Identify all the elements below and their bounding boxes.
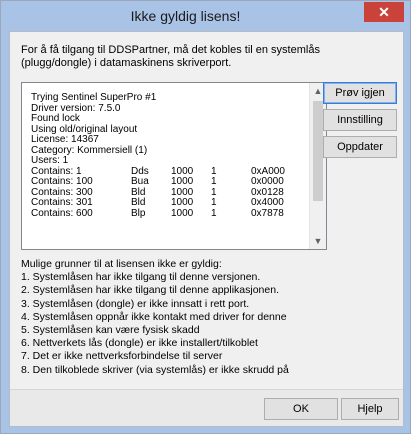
- settings-button[interactable]: Innstilling: [323, 109, 397, 131]
- module-count: 1000: [171, 197, 194, 208]
- license-log-list[interactable]: Trying Sentinel SuperPro #1 Driver versi…: [21, 82, 327, 250]
- reason-item: 5. Systemlåsen kan være fysisk skadd: [21, 323, 200, 336]
- reason-item: 6. Nettverkets lås (dongle) er ikke inst…: [21, 337, 258, 350]
- module-flag: 1: [211, 176, 217, 187]
- reasons-heading: Mulige grunner til at lisensen ikke er g…: [21, 258, 222, 270]
- module-flag: 1: [211, 207, 217, 219]
- contains-row: Contains: 600 Blp 1000 1 0x7878: [31, 207, 311, 220]
- dialog-title: Ikke gyldig lisens!: [130, 8, 241, 24]
- log-line: Users: 1: [31, 155, 69, 166]
- reason-item: 2. Systemlåsen har ikke tilgang til denn…: [21, 284, 279, 297]
- vertical-scrollbar[interactable]: ▲ ▼: [309, 83, 326, 249]
- module-hex: 0x0000: [251, 176, 284, 187]
- ok-button[interactable]: OK: [264, 398, 338, 420]
- module-code: Blp: [131, 207, 146, 219]
- module-count: 1000: [171, 176, 194, 187]
- license-log-content: Trying Sentinel SuperPro #1 Driver versi…: [31, 92, 311, 220]
- contains-label: Contains: 600: [31, 207, 93, 219]
- reasons-list: Mulige grunner til at lisensen ikke er g…: [21, 258, 391, 377]
- log-line: License: 14367: [31, 134, 99, 145]
- close-button[interactable]: ✕: [364, 2, 404, 22]
- module-flag: 1: [211, 197, 217, 208]
- intro-text: For å få tilgang til DDSPartner, må det …: [21, 44, 320, 69]
- reason-item: 7. Det er ikke nettverksforbindelse til …: [21, 350, 223, 363]
- contains-label: Contains: 301: [31, 197, 93, 208]
- reason-item: 4. Systemlåsen oppnår ikke kontakt med d…: [21, 310, 287, 323]
- contains-row: Contains: 301 Bld 1000 1 0x4000: [31, 197, 311, 209]
- contains-label: Contains: 100: [31, 176, 93, 187]
- license-dialog: Ikke gyldig lisens! ✕ For å få tilgang t…: [0, 0, 411, 434]
- log-line: Category: Kommersiell (1): [31, 144, 148, 156]
- dialog-body: For å få tilgang til DDSPartner, må det …: [9, 31, 404, 427]
- module-code: Bld: [131, 197, 146, 208]
- scroll-down-arrow-icon[interactable]: ▼: [310, 233, 326, 249]
- scroll-thumb[interactable]: [313, 101, 323, 201]
- reason-item: 1. Systemlåsen har ikke tilgang til denn…: [21, 271, 261, 284]
- module-code: Bua: [131, 176, 149, 187]
- button-bar: OK Hjelp: [10, 389, 403, 426]
- reason-item: 3. Systemlåsen (dongle) er ikke innsatt …: [21, 297, 250, 310]
- update-button[interactable]: Oppdater: [323, 136, 397, 158]
- retry-button[interactable]: Prøv igjen: [323, 82, 397, 104]
- module-count: 1000: [171, 207, 194, 219]
- module-hex: 0x4000: [251, 197, 284, 208]
- reason-item: 8. Den tilkoblede skriver (via systemlås…: [21, 363, 289, 376]
- module-hex: 0x7878: [251, 207, 284, 219]
- help-button[interactable]: Hjelp: [341, 398, 399, 420]
- log-line: Trying Sentinel SuperPro #1: [31, 92, 157, 103]
- log-line: Found lock: [31, 113, 80, 124]
- contains-row: Contains: 100 Bua 1000 1 0x0000: [31, 176, 311, 188]
- title-bar[interactable]: Ikke gyldig lisens! ✕: [1, 1, 410, 31]
